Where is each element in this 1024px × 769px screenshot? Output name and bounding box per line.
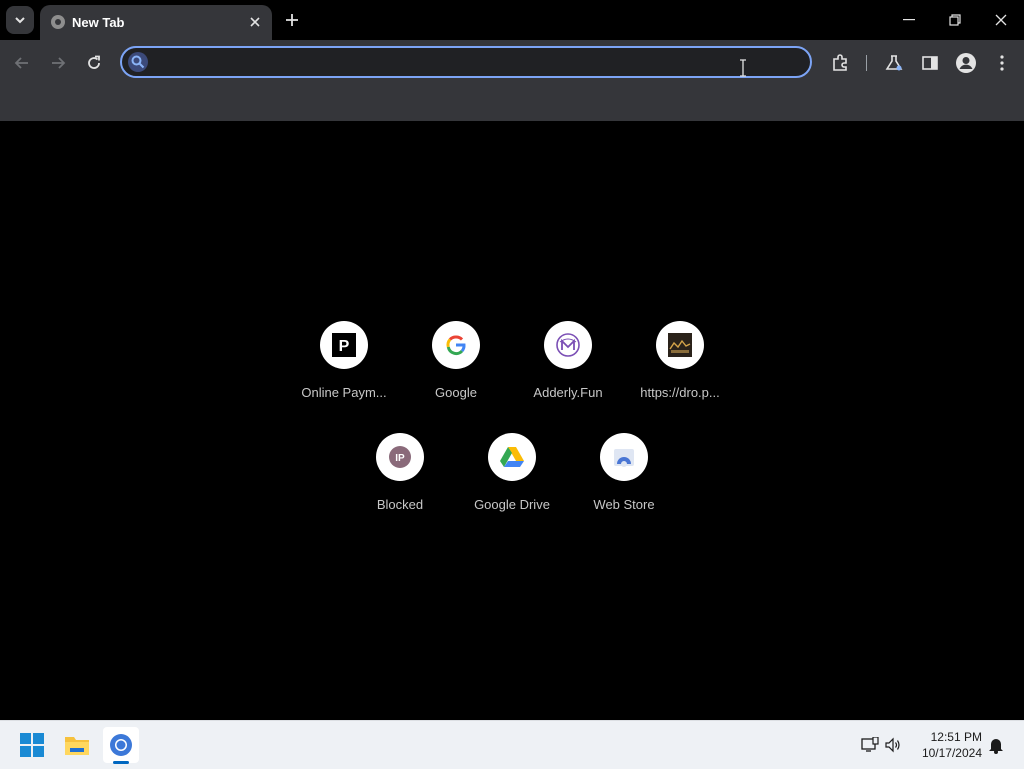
adderly-logo-icon <box>544 321 592 369</box>
shortcut-label: Online Paym... <box>301 385 387 400</box>
tab-title: New Tab <box>72 15 125 30</box>
tab-new-tab[interactable]: New Tab <box>40 5 272 40</box>
system-clock[interactable]: 12:51 PM 10/17/2024 <box>912 729 982 761</box>
toolbar-divider <box>866 55 867 71</box>
reload-button[interactable] <box>82 51 106 75</box>
notifications-button[interactable] <box>986 735 1006 755</box>
shortcut-web-store[interactable]: Web Store <box>568 433 680 533</box>
side-panel-icon <box>922 56 938 70</box>
folder-icon <box>65 737 89 755</box>
extensions-button[interactable] <box>828 51 852 75</box>
shortcut-label: Google <box>435 385 477 400</box>
shortcut-label: Blocked <box>376 497 424 512</box>
shortcut-adderly[interactable]: Adderly.Fun <box>512 321 624 421</box>
menu-button[interactable] <box>990 51 1014 75</box>
ip-badge-icon: IP <box>376 433 424 481</box>
shortcut-blocked[interactable]: IP Blocked <box>344 433 456 533</box>
shortcut-label: https://dro.p... <box>640 385 720 400</box>
clock-time: 12:51 PM <box>930 730 982 744</box>
google-drive-icon <box>488 433 536 481</box>
taskbar: 12:51 PM 10/17/2024 <box>0 720 1024 769</box>
close-icon <box>995 14 1007 26</box>
tab-strip: New Tab <box>0 0 1024 40</box>
avatar-icon <box>956 53 976 73</box>
forward-button[interactable] <box>46 51 70 75</box>
plus-icon <box>286 14 298 26</box>
volume-button[interactable] <box>883 735 903 755</box>
shortcut-google[interactable]: Google <box>400 321 512 421</box>
restore-icon <box>949 14 961 26</box>
restore-button[interactable] <box>932 0 978 40</box>
windows-logo-icon <box>20 733 44 757</box>
side-panel-button[interactable] <box>918 51 942 75</box>
profile-button[interactable] <box>954 51 978 75</box>
minimize-icon <box>903 19 915 21</box>
chrome-icon <box>110 734 132 756</box>
toolbar <box>0 40 1024 122</box>
shortcut-online-payments[interactable]: P Online Paym... <box>288 321 400 421</box>
tab-search-button[interactable] <box>6 6 34 34</box>
shortcut-label: Adderly.Fun <box>533 385 603 400</box>
chrome-taskbar-button[interactable] <box>103 727 139 763</box>
new-tab-button[interactable] <box>281 9 303 31</box>
puzzle-icon <box>833 54 847 71</box>
start-button[interactable] <box>14 727 50 763</box>
google-logo-icon <box>432 321 480 369</box>
text-cursor-icon <box>740 59 746 77</box>
shortcut-google-drive[interactable]: Google Drive <box>456 433 568 533</box>
new-tab-page: P Online Paym... Google Adderly.Fun http… <box>0 121 1024 720</box>
back-button[interactable] <box>10 51 34 75</box>
svg-text:IP: IP <box>395 453 405 464</box>
p-logo-icon: P <box>320 321 368 369</box>
bell-icon <box>989 739 1003 754</box>
address-input[interactable] <box>154 51 798 75</box>
web-store-icon <box>600 433 648 481</box>
globe-icon <box>51 15 65 29</box>
tab-close-button[interactable] <box>246 13 264 31</box>
clock-date: 10/17/2024 <box>921 746 982 760</box>
arrow-right-icon <box>52 57 66 69</box>
reload-icon <box>88 55 100 69</box>
site-thumbnail-icon <box>656 321 704 369</box>
file-explorer-button[interactable] <box>59 727 95 763</box>
arrow-left-icon <box>14 57 28 69</box>
active-app-indicator <box>113 761 129 764</box>
close-icon <box>250 17 260 27</box>
speaker-icon <box>885 737 900 753</box>
shortcut-label: Google Drive <box>474 497 550 512</box>
omnibox[interactable] <box>120 46 812 78</box>
flask-icon <box>885 55 903 71</box>
network-icon <box>861 737 879 752</box>
network-button[interactable] <box>860 735 880 755</box>
chevron-down-icon <box>15 17 25 24</box>
more-vertical-icon <box>1000 55 1004 71</box>
minimize-button[interactable] <box>886 0 932 40</box>
shortcut-dro[interactable]: https://dro.p... <box>624 321 736 421</box>
labs-button[interactable] <box>882 51 906 75</box>
search-icon <box>128 52 148 72</box>
shortcut-label: Web Store <box>593 497 655 512</box>
svg-text:P: P <box>339 338 350 355</box>
close-window-button[interactable] <box>978 0 1024 40</box>
